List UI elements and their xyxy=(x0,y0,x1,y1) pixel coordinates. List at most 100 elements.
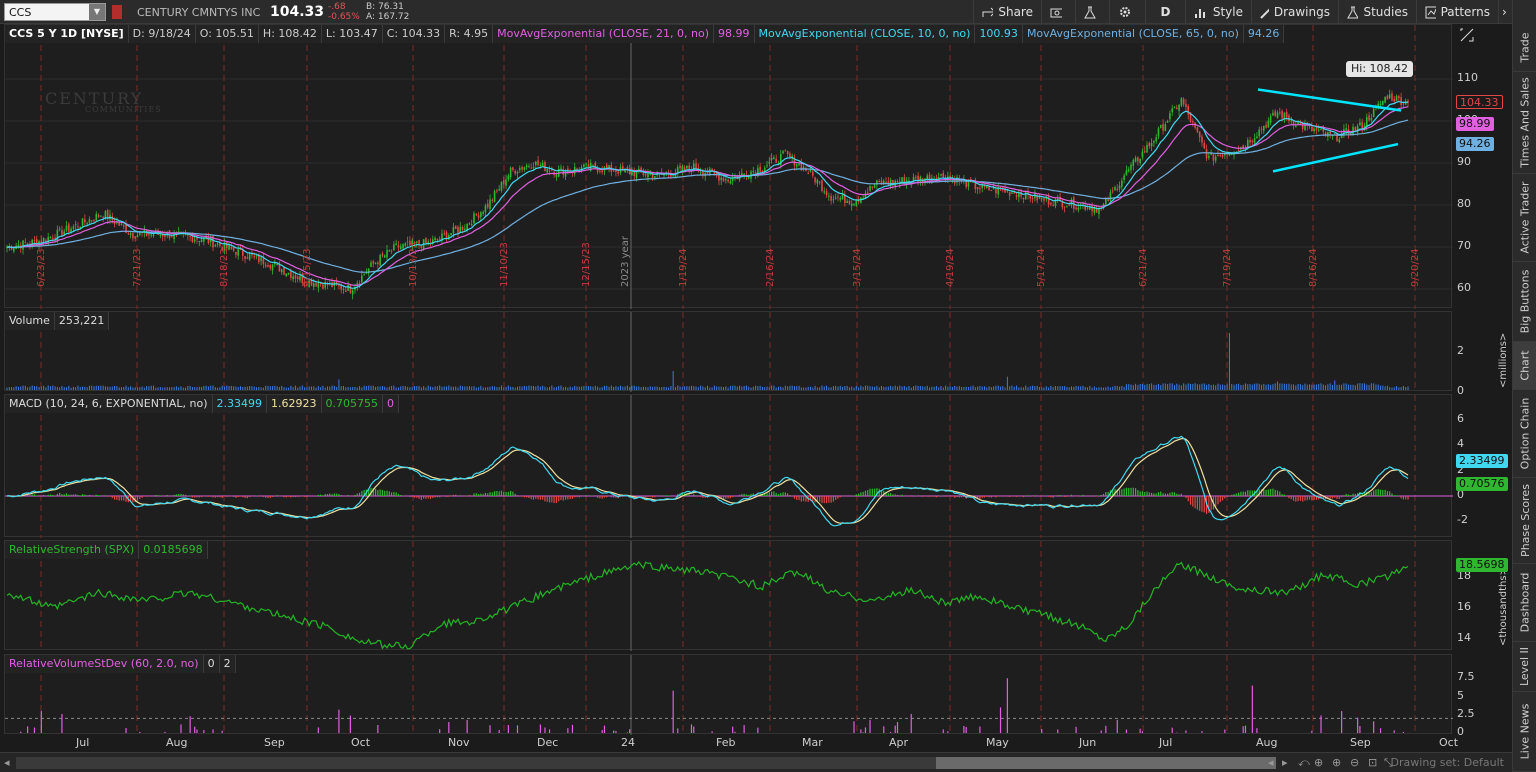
patterns-button[interactable]: Patterns xyxy=(1416,0,1498,24)
macd-histogram-bar xyxy=(1407,496,1409,500)
volume-bar xyxy=(764,387,766,390)
scroll-right-icon[interactable]: ▸ xyxy=(1282,756,1288,769)
ema65-value: 94.26 xyxy=(1243,25,1285,43)
macd-histogram-bar xyxy=(340,494,342,496)
relative-strength-chart[interactable] xyxy=(5,541,1453,651)
macd-histogram-bar xyxy=(118,496,120,501)
candle-body xyxy=(347,285,349,291)
volume-bar xyxy=(1249,384,1251,390)
volume-bar xyxy=(546,387,548,390)
macd-histogram-bar xyxy=(770,491,773,496)
scroll-left-icon[interactable]: ◂ xyxy=(1268,756,1274,769)
tab-times-and-sales[interactable]: Times And Sales xyxy=(1513,72,1536,174)
volume-bar xyxy=(647,387,649,390)
snapshot-button[interactable] xyxy=(1041,0,1075,24)
candle-body xyxy=(404,243,407,246)
volume-bar xyxy=(462,386,464,390)
volume-chart[interactable] xyxy=(5,312,1453,392)
volume-bar xyxy=(66,387,68,390)
drawing-set-label[interactable]: Drawing set: Default xyxy=(1391,756,1504,769)
zoom-in-icon[interactable]: ⊕ xyxy=(1332,756,1341,769)
macd-axis-label: 6 xyxy=(1457,411,1464,425)
volume-bar xyxy=(1238,383,1240,390)
volume-bar xyxy=(523,385,525,390)
tab-big-buttons[interactable]: Big Buttons xyxy=(1513,262,1536,342)
zoom-box-icon[interactable]: ⊡ xyxy=(1368,756,1377,769)
tab-trade[interactable]: Trade xyxy=(1513,24,1536,72)
crosshair-icon[interactable]: ⊕ xyxy=(1314,756,1323,769)
drawings-button[interactable]: Drawings xyxy=(1251,0,1338,24)
candle-body xyxy=(523,167,526,170)
volume-bar xyxy=(519,386,521,390)
tab-live-news[interactable]: Live News xyxy=(1513,692,1536,772)
scrollbar-thumb[interactable] xyxy=(936,757,1276,769)
expand-icon[interactable] xyxy=(1459,27,1475,43)
rs-value-tag: 18.5698 xyxy=(1456,558,1508,573)
studies-button[interactable]: Studies xyxy=(1338,0,1416,24)
ema21-label[interactable]: MovAvgExponential (CLOSE, 21, 0, no) xyxy=(493,25,715,43)
volume-bar xyxy=(1144,384,1146,390)
period-date-label: 10/13/23 xyxy=(408,242,419,287)
zoom-out-icon[interactable]: ⊖ xyxy=(1350,756,1359,769)
style-button[interactable]: Style xyxy=(1185,0,1251,24)
tab-active-trader[interactable]: Active Trader xyxy=(1513,174,1536,262)
ema65-label[interactable]: MovAvgExponential (CLOSE, 65, 0, no) xyxy=(1022,25,1244,43)
candle-body xyxy=(775,158,777,163)
macd-histogram-bar xyxy=(1219,496,1221,503)
macd-histogram-bar xyxy=(871,488,873,496)
time-axis[interactable]: Jul Aug Sep Oct Nov Dec 24 Feb Mar Apr May Jun Jul Au… xyxy=(4,736,1458,750)
candle-body xyxy=(1068,204,1070,206)
tab-phase-scores[interactable]: Phase Scores xyxy=(1513,478,1536,564)
ema10-label[interactable]: MovAvgExponential (CLOSE, 10, 0, no) xyxy=(754,25,976,43)
tab-chart[interactable]: Chart xyxy=(1513,342,1536,390)
macd-histogram-bar xyxy=(333,493,335,496)
flask-button[interactable] xyxy=(1075,0,1109,24)
price-legend: CCS 5 Y 1D [NYSE] D: 9/18/24 O: 105.51 H… xyxy=(5,25,1285,43)
period-button[interactable]: D xyxy=(1145,0,1185,24)
tab-dashboard[interactable]: Dashboard xyxy=(1513,564,1536,642)
macd-histogram-bar xyxy=(578,496,580,498)
macd-histogram-bar xyxy=(1057,495,1059,496)
settings-button[interactable] xyxy=(1109,0,1145,24)
tab-label: Level II xyxy=(1518,646,1532,687)
tab-option-chain[interactable]: Option Chain xyxy=(1513,390,1536,478)
macd-histogram-bar xyxy=(553,496,555,504)
volume-bar xyxy=(159,387,161,390)
candle-body xyxy=(1146,144,1148,153)
volume-bar xyxy=(853,387,855,390)
rel-vol-stdev-panel[interactable]: RelativeVolumeStDev (60, 2.0, no) 0 2 xyxy=(4,654,1453,735)
symbol-input[interactable]: CCS ▼ xyxy=(4,3,106,21)
macd-chart[interactable] xyxy=(5,395,1453,538)
scroll-left-icon[interactable]: ◂ xyxy=(4,756,10,769)
candle-body xyxy=(1345,128,1347,130)
candle-body xyxy=(372,261,375,264)
candle-body xyxy=(722,177,725,182)
macd-panel[interactable]: MACD (10, 24, 6, EXPONENTIAL, no) 2.3349… xyxy=(4,394,1453,538)
reset-icon[interactable]: ⤺ xyxy=(1298,756,1310,770)
alert-flag-icon[interactable] xyxy=(112,5,122,19)
macd-histogram-bar xyxy=(995,496,997,498)
style-label: Style xyxy=(1212,5,1243,19)
volume-bar xyxy=(555,387,557,390)
more-button[interactable]: › xyxy=(1498,0,1512,24)
candle-body xyxy=(1043,197,1045,201)
symbol-dropdown-icon[interactable]: ▼ xyxy=(89,4,105,20)
price-panel[interactable]: 6/23/23 7/21/23 8/18/23 9/15/23 10/13/23 11/1… xyxy=(4,24,1474,309)
price-chart[interactable]: 6/23/23 7/21/23 8/18/23 9/15/23 10/13/23 11/1… xyxy=(5,25,1453,309)
share-button[interactable]: Share xyxy=(973,0,1041,24)
tab-level-ii[interactable]: Level II xyxy=(1513,642,1536,692)
candle-body xyxy=(296,276,299,280)
macd-histogram-bar xyxy=(1313,496,1315,500)
volume-bar xyxy=(1169,383,1171,390)
macd-histogram-bar xyxy=(269,496,271,499)
candle-body xyxy=(322,284,324,289)
volume-bar xyxy=(1322,384,1324,390)
flask-icon xyxy=(1084,6,1096,18)
volume-bar xyxy=(219,387,221,390)
rvs-bar xyxy=(40,711,42,733)
candle-body xyxy=(1265,124,1267,128)
volume-panel[interactable]: Volume 253,221 xyxy=(4,311,1453,392)
macd-histogram-bar xyxy=(1226,496,1228,498)
time-scrollbar[interactable] xyxy=(16,757,1276,769)
relative-strength-panel[interactable]: RelativeStrength (SPX) 0.0185698 xyxy=(4,540,1453,651)
